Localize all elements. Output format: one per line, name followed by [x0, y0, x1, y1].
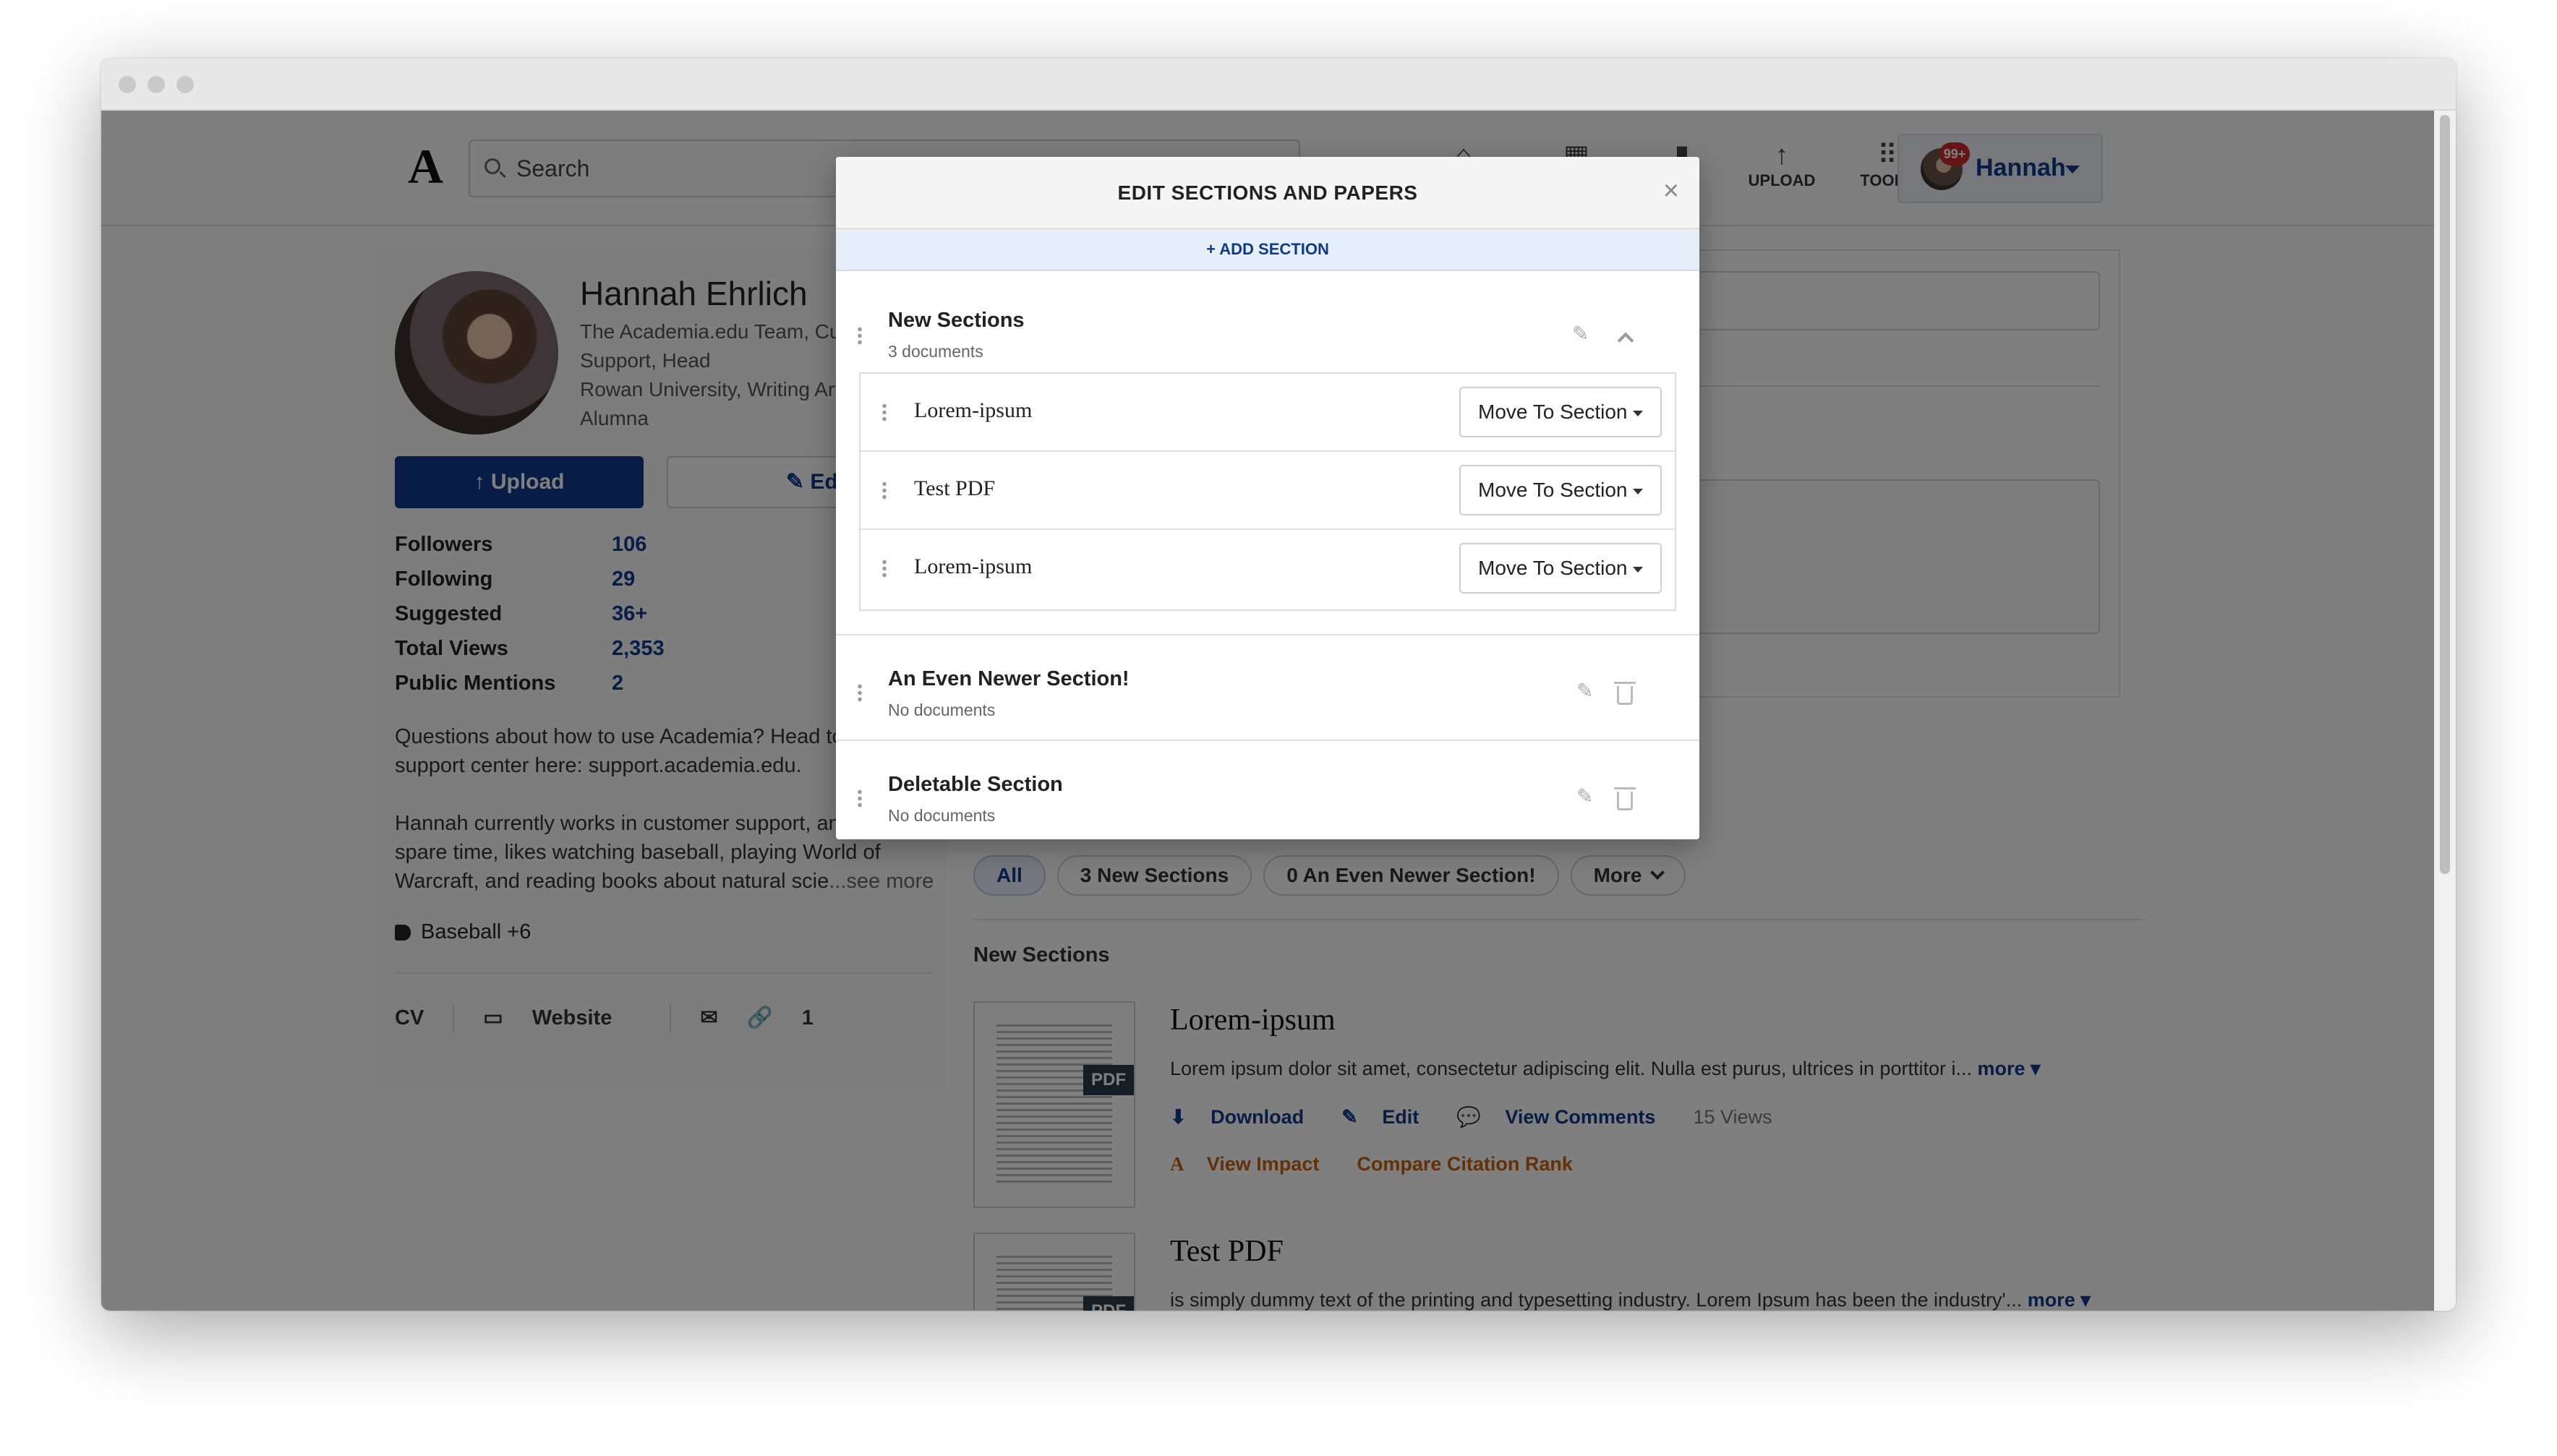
drag-handle-icon[interactable]: [882, 559, 887, 578]
section-doc-count: No documents: [888, 806, 996, 825]
move-label: Move To Section: [1478, 557, 1628, 579]
scrollbar[interactable]: [2434, 111, 2456, 1311]
trash-icon[interactable]: [1614, 682, 1636, 705]
browser-window: A Search ⌂ ▦ ▮ ↑ UPLOAD ⠿: [101, 59, 2456, 1311]
section-document-list: Lorem-ipsum Move To Section Test PDF Mov…: [859, 372, 1676, 611]
edit-sections-modal: EDIT SECTIONS AND PAPERS × + ADD SECTION…: [836, 157, 1699, 839]
move-to-section-button[interactable]: Move To Section: [1459, 387, 1662, 437]
close-window-dot[interactable]: [119, 76, 136, 93]
modal-header: EDIT SECTIONS AND PAPERS ×: [836, 157, 1699, 229]
pencil-icon[interactable]: ✎: [1572, 322, 1589, 346]
page-viewport: A Search ⌂ ▦ ▮ ↑ UPLOAD ⠿: [101, 111, 2434, 1311]
document-name: Lorem-ipsum: [914, 554, 1033, 578]
modal-title: EDIT SECTIONS AND PAPERS: [1117, 181, 1418, 204]
document-row: Test PDF Move To Section: [861, 452, 1675, 530]
drag-handle-icon[interactable]: [882, 481, 887, 500]
scrollbar-thumb[interactable]: [2440, 115, 2450, 874]
add-section-button[interactable]: + ADD SECTION: [836, 229, 1699, 271]
close-icon[interactable]: ×: [1663, 176, 1679, 207]
drag-handle-icon[interactable]: [858, 683, 862, 702]
chevron-up-icon[interactable]: [1617, 332, 1634, 349]
window-titlebar: [101, 59, 2456, 111]
pencil-icon[interactable]: ✎: [1576, 784, 1593, 808]
section-doc-count: No documents: [888, 701, 996, 719]
document-name: Test PDF: [914, 476, 996, 500]
caret-down-icon: [1633, 489, 1643, 494]
move-label: Move To Section: [1478, 479, 1628, 501]
drag-handle-icon[interactable]: [858, 789, 862, 808]
section-name: Deletable Section: [888, 773, 1063, 796]
minimize-window-dot[interactable]: [148, 76, 165, 93]
section-name: New Sections: [888, 309, 1025, 332]
drag-handle-icon[interactable]: [882, 403, 887, 421]
move-label: Move To Section: [1478, 401, 1628, 423]
section-divider: [836, 740, 1699, 741]
document-name: Lorem-ipsum: [914, 398, 1033, 422]
document-row: Lorem-ipsum Move To Section: [861, 530, 1675, 608]
caret-down-icon: [1633, 567, 1643, 573]
move-to-section-button[interactable]: Move To Section: [1459, 465, 1662, 515]
section-name: An Even Newer Section!: [888, 667, 1130, 690]
move-to-section-button[interactable]: Move To Section: [1459, 543, 1662, 594]
drag-handle-icon[interactable]: [858, 326, 862, 345]
zoom-window-dot[interactable]: [176, 76, 194, 93]
pencil-icon[interactable]: ✎: [1576, 679, 1593, 703]
trash-icon[interactable]: [1614, 787, 1636, 810]
caret-down-icon: [1633, 411, 1643, 416]
section-divider: [836, 634, 1699, 635]
document-row: Lorem-ipsum Move To Section: [861, 374, 1675, 452]
section-doc-count: 3 documents: [888, 342, 983, 361]
